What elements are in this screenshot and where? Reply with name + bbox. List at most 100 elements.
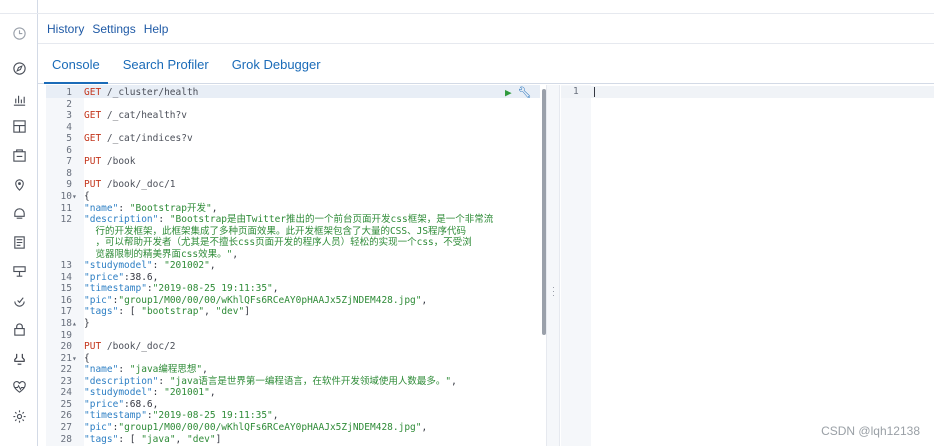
apm-icon[interactable] <box>0 288 38 312</box>
code-text: "description": "Bootstrap是由Twitter推出的一个前… <box>84 214 493 225</box>
fold-toggle-icon[interactable]: ▾ <box>72 191 84 202</box>
metrics-icon[interactable] <box>0 259 38 283</box>
menu-history[interactable]: History <box>47 22 84 36</box>
code-line[interactable]: 26 "timestamp":"2019-08-25 19:11:35", <box>46 410 279 421</box>
code-line[interactable]: 28 "tags": [ "java", "dev"] <box>46 433 222 445</box>
code-text: "pic":"group1/M00/00/00/wKhlQFs6RCeAY0pH… <box>84 295 427 306</box>
code-token-punc: : <box>118 364 130 376</box>
dashboard-icon[interactable] <box>0 114 38 138</box>
drag-handle-icon[interactable]: · · · <box>552 283 555 300</box>
code-token-punc: : <box>158 214 170 226</box>
code-line[interactable]: 9 PUT /book/_doc/1 <box>46 179 175 190</box>
code-token-str: 行的开发框架，此框架集成了多种页面效果。此开发框架包含了大量的CSS、JS程序代… <box>84 225 467 237</box>
fold-toggle-icon[interactable]: ▾ <box>72 353 84 364</box>
code-line[interactable]: 2 <box>46 99 84 110</box>
code-token-str: "201002" <box>164 260 210 272</box>
code-line[interactable]: 8 <box>46 168 84 179</box>
response-gutter <box>561 85 591 446</box>
code-line[interactable]: 18 ▴} <box>46 318 90 329</box>
line-number: 24 <box>60 387 72 399</box>
code-token-key: "timestamp" <box>84 410 147 422</box>
code-token-punc: , <box>272 410 279 422</box>
pane-resizer[interactable]: · · · <box>546 85 560 446</box>
code-line[interactable]: 25 "price":68.6, <box>46 399 159 410</box>
code-line[interactable]: 16 "pic":"group1/M00/00/00/wKhlQFs6RCeAY0… <box>46 295 428 306</box>
fold-toggle-icon[interactable]: ▴ <box>72 318 84 329</box>
code-line[interactable]: 14 "price":38.6, <box>46 272 159 283</box>
chart-icon[interactable] <box>0 87 38 111</box>
request-actions: ▶ 🔧︎ <box>505 86 532 99</box>
line-number <box>46 237 72 248</box>
monitoring-icon[interactable] <box>0 375 38 399</box>
tab-search-profiler[interactable]: Search Profiler <box>113 57 219 83</box>
code-token-path: /book/_doc/2 <box>101 341 176 353</box>
code-line[interactable]: 7 PUT /book <box>46 156 136 167</box>
code-line[interactable]: 15 "timestamp":"2019-08-25 19:11:35", <box>46 283 279 294</box>
code-line[interactable]: 10 ▾{ <box>46 191 90 202</box>
devtools-icon[interactable] <box>0 346 38 370</box>
code-text: "studymodel": "201001", <box>84 387 216 398</box>
code-line[interactable]: 23 "description": "java语言是世界第一编程语言，在软件开发领… <box>46 376 457 387</box>
code-text: "studymodel": "201002", <box>84 260 216 271</box>
maps-icon[interactable] <box>0 172 38 196</box>
code-line[interactable]: 24 "studymodel": "201001", <box>46 387 216 398</box>
code-line[interactable]: 3 GET /_cat/health?v <box>46 110 187 121</box>
code-line[interactable]: 22 "name": "java编程思想", <box>46 364 208 375</box>
code-token-punc: { <box>84 190 90 202</box>
code-line[interactable]: ，可以帮助开发者（尤其是不擅长css页面开发的程序人员）轻松的实现一个css，不… <box>46 237 471 248</box>
code-token-key: "studymodel" <box>84 260 153 272</box>
wrench-icon[interactable]: 🔧︎ <box>518 86 532 99</box>
play-icon[interactable]: ▶ <box>505 86 512 99</box>
code-line[interactable]: 11 "name": "Bootstrap开发", <box>46 202 218 214</box>
clock-icon[interactable] <box>0 21 38 45</box>
code-line[interactable]: 5 GET /_cat/indices?v <box>46 133 192 144</box>
line-number: 12 <box>60 214 72 226</box>
code-token-path: /_cluster/health <box>101 87 199 98</box>
code-token-punc: , <box>421 421 428 433</box>
logs-icon[interactable] <box>0 230 38 254</box>
settings-icon[interactable] <box>0 404 38 428</box>
code-line[interactable]: 17 "tags": [ "bootstrap", "dev"] <box>46 306 250 317</box>
code-line[interactable]: 4 <box>46 122 84 133</box>
security-icon[interactable] <box>0 317 38 341</box>
code-line[interactable]: 20 PUT /book/_doc/2 <box>46 341 176 352</box>
code-line[interactable]: 19 <box>46 330 84 341</box>
code-line[interactable]: 21 ▾{ <box>46 353 90 364</box>
response-line-number: 1 <box>573 86 579 97</box>
code-token-punc: , <box>421 294 428 306</box>
code-line[interactable]: 12 "description": "Bootstrap是由Twitter推出的一… <box>46 214 494 226</box>
code-line[interactable]: 览器限制的精美界面css效果。", <box>46 249 238 260</box>
code-text: "timestamp":"2019-08-25 19:11:35", <box>84 283 279 294</box>
code-token-method: PUT <box>84 341 102 353</box>
tab-console[interactable]: Console <box>42 57 110 84</box>
canvas-icon[interactable] <box>0 143 38 167</box>
request-editor[interactable]: 1 GET /_cluster/health 2 3 GET /_cat/health?… <box>46 85 546 446</box>
code-token-punc: ] <box>215 433 222 445</box>
code-line[interactable]: 1 GET /_cluster/health <box>46 87 198 98</box>
code-line[interactable]: 13 "studymodel": "201002", <box>46 260 216 271</box>
compass-icon[interactable] <box>0 56 38 80</box>
menu-settings[interactable]: Settings <box>92 22 135 36</box>
menu-help[interactable]: Help <box>144 22 169 36</box>
code-text: PUT /book <box>84 156 136 167</box>
tab-grok-debugger[interactable]: Grok Debugger <box>222 57 331 83</box>
ml-icon[interactable] <box>0 201 38 225</box>
code-line[interactable]: 6 <box>46 145 84 156</box>
code-line[interactable]: 27 "pic":"group1/M00/00/00/wKhlQFs6RCeAY0… <box>46 421 428 433</box>
code-line[interactable]: 行的开发框架，此框架集成了多种页面效果。此开发框架包含了大量的CSS、JS程序代… <box>46 226 466 237</box>
code-token-punc: , <box>211 202 218 214</box>
code-token-str: "2019-08-25 19:11:35" <box>152 283 273 295</box>
line-number: 8 <box>66 167 72 179</box>
response-pane[interactable]: 1 <box>561 85 934 446</box>
